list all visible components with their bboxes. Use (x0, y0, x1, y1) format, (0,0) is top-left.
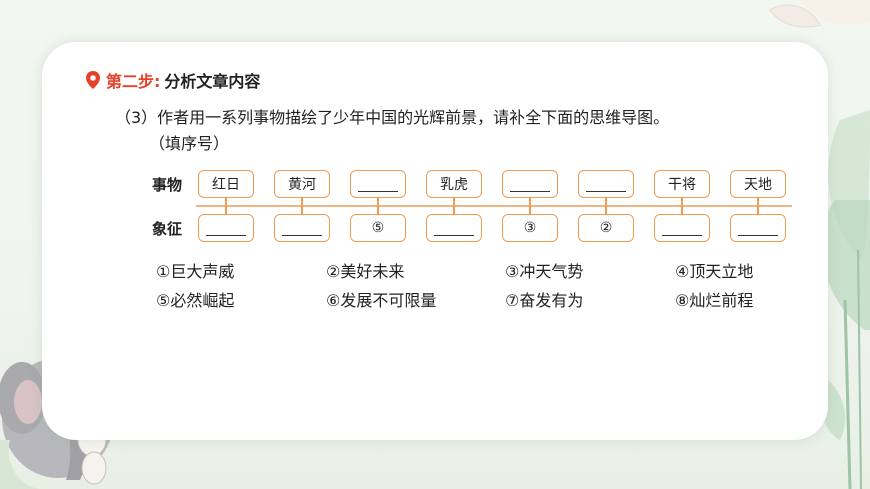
thing-box (502, 170, 558, 198)
thing-box: 天地 (730, 170, 786, 198)
symbol-box: ③ (502, 214, 558, 242)
answer-blank[interactable] (738, 234, 778, 236)
question-line-2: （填序号） (149, 134, 230, 153)
symbol-box-text: ⑤ (371, 220, 385, 236)
option-5: ⑤必然崛起 (156, 291, 235, 310)
row-label-symbols: 象征 (152, 220, 183, 238)
thing-box-text: 天地 (744, 177, 772, 193)
symbol-box: ② (578, 214, 634, 242)
option-4: ④顶天立地 (675, 262, 754, 281)
symbol-box (654, 214, 710, 242)
option-7: ⑦奋发有为 (505, 291, 584, 310)
option-8: ⑧灿烂前程 (675, 291, 754, 310)
box-connector (681, 206, 683, 215)
location-pin-icon (86, 71, 100, 89)
answer-blank[interactable] (586, 190, 626, 192)
symbol-box-text: ② (599, 220, 613, 236)
box-connector (453, 206, 455, 215)
thing-box (350, 170, 406, 198)
symbol-box (198, 214, 254, 242)
thing-box: 乳虎 (426, 170, 482, 198)
symbol-box (730, 214, 786, 242)
thing-box-text: 黄河 (288, 177, 316, 193)
thing-box-text: 乳虎 (440, 177, 468, 193)
option-6: ⑥发展不可限量 (326, 291, 437, 310)
option-3: ③冲天气势 (505, 262, 584, 281)
answer-blank[interactable] (282, 234, 322, 236)
mind-map-connector-line (196, 205, 792, 207)
thing-box-text: 红日 (212, 177, 240, 193)
question-text: （3）作者用一系列事物描绘了少年中国的光辉前景，请补全下面的思维导图。 （填序号… (115, 105, 669, 157)
option-2: ②美好未来 (326, 262, 405, 281)
box-connector (529, 206, 531, 215)
answer-blank[interactable] (510, 190, 550, 192)
answer-blank[interactable] (358, 190, 398, 192)
row-label-things: 事物 (152, 176, 183, 194)
box-connector (605, 206, 607, 215)
answer-blank[interactable] (434, 234, 474, 236)
question-line-1: （3）作者用一系列事物描绘了少年中国的光辉前景，请补全下面的思维导图。 (115, 108, 670, 127)
box-connector (757, 206, 759, 215)
symbol-box-text: ③ (523, 220, 537, 236)
answer-blank[interactable] (662, 234, 702, 236)
box-connector (301, 206, 303, 215)
thing-box (578, 170, 634, 198)
symbol-box (426, 214, 482, 242)
box-connector (225, 206, 227, 215)
symbol-box (274, 214, 330, 242)
step-heading: 第二步: 分析文章内容 (86, 68, 260, 92)
thing-box: 干将 (654, 170, 710, 198)
answer-blank[interactable] (206, 234, 246, 236)
symbol-box: ⑤ (350, 214, 406, 242)
option-1: ①巨大声威 (156, 262, 235, 281)
step-title: 分析文章内容 (164, 72, 261, 91)
box-connector (377, 206, 379, 215)
thing-box: 红日 (198, 170, 254, 198)
step-label: 第二步: (106, 72, 161, 91)
thing-box-text: 干将 (668, 177, 696, 193)
thing-box: 黄河 (274, 170, 330, 198)
